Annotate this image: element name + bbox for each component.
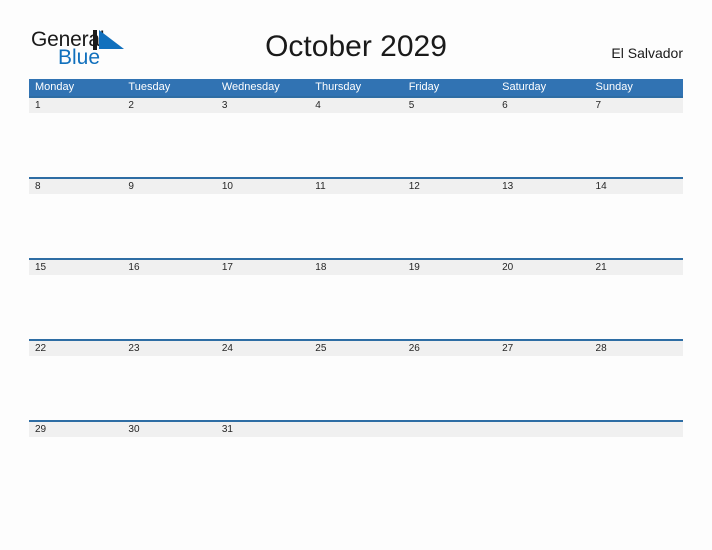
calendar-grid: Monday Tuesday Wednesday Thursday Friday… (29, 79, 683, 501)
day-number[interactable]: 2 (122, 98, 215, 113)
weekday-header-row: Monday Tuesday Wednesday Thursday Friday… (29, 79, 683, 96)
day-number[interactable]: 5 (403, 98, 496, 113)
day-number-empty (496, 422, 589, 437)
week-note-area[interactable] (29, 356, 683, 420)
day-number[interactable]: 6 (496, 98, 589, 113)
day-number[interactable]: 14 (590, 179, 683, 194)
day-number[interactable]: 28 (590, 341, 683, 356)
weekday-header-tuesday: Tuesday (128, 81, 171, 93)
day-number[interactable]: 16 (122, 260, 215, 275)
week-note-area[interactable] (29, 437, 683, 501)
day-number[interactable]: 3 (216, 98, 309, 113)
day-number[interactable]: 21 (590, 260, 683, 275)
day-number[interactable]: 29 (29, 422, 122, 437)
weekday-header-sunday: Sunday (595, 81, 633, 93)
day-number[interactable]: 30 (122, 422, 215, 437)
day-number[interactable]: 23 (122, 341, 215, 356)
week-row: 1 2 3 4 5 6 7 (29, 96, 683, 177)
week-date-band: 22 23 24 25 26 27 28 (29, 339, 683, 356)
day-number[interactable]: 17 (216, 260, 309, 275)
day-number[interactable]: 4 (309, 98, 402, 113)
weekday-header-wednesday: Wednesday (221, 81, 280, 93)
day-number[interactable]: 24 (216, 341, 309, 356)
day-number-empty (590, 422, 683, 437)
day-number[interactable]: 12 (403, 179, 496, 194)
week-note-area[interactable] (29, 275, 683, 339)
week-date-band: 8 9 10 11 12 13 14 (29, 177, 683, 194)
day-number[interactable]: 10 (216, 179, 309, 194)
week-row: 8 9 10 11 12 13 14 (29, 177, 683, 258)
day-number[interactable]: 15 (29, 260, 122, 275)
weekday-header-monday: Monday (35, 81, 75, 93)
week-note-area[interactable] (29, 113, 683, 177)
week-row: 22 23 24 25 26 27 28 (29, 339, 683, 420)
day-number[interactable]: 20 (496, 260, 589, 275)
week-note-area[interactable] (29, 194, 683, 258)
weekday-header-friday: Friday (408, 81, 440, 93)
day-number[interactable]: 27 (496, 341, 589, 356)
week-date-band: 1 2 3 4 5 6 7 (29, 96, 683, 113)
day-number[interactable]: 25 (309, 341, 402, 356)
country-label: El Salvador (611, 45, 683, 61)
day-number[interactable]: 7 (590, 98, 683, 113)
week-date-band: 15 16 17 18 19 20 21 (29, 258, 683, 275)
day-number[interactable]: 8 (29, 179, 122, 194)
day-number[interactable]: 11 (309, 179, 402, 194)
day-number[interactable]: 9 (122, 179, 215, 194)
day-number[interactable]: 18 (309, 260, 402, 275)
week-row: 15 16 17 18 19 20 21 (29, 258, 683, 339)
page-title: October 2029 (265, 30, 447, 63)
day-number-empty (403, 422, 496, 437)
day-number-empty (309, 422, 402, 437)
day-number[interactable]: 26 (403, 341, 496, 356)
day-number[interactable]: 19 (403, 260, 496, 275)
weekday-header-thursday: Thursday (315, 81, 362, 93)
day-number[interactable]: 31 (216, 422, 309, 437)
day-number[interactable]: 13 (496, 179, 589, 194)
week-date-band: 29 30 31 (29, 420, 683, 437)
page-header: General Blue October 2029 El Salvador (0, 0, 712, 79)
weekday-header-saturday: Saturday (502, 81, 547, 93)
day-number[interactable]: 1 (29, 98, 122, 113)
week-row: 29 30 31 (29, 420, 683, 501)
day-number[interactable]: 22 (29, 341, 122, 356)
